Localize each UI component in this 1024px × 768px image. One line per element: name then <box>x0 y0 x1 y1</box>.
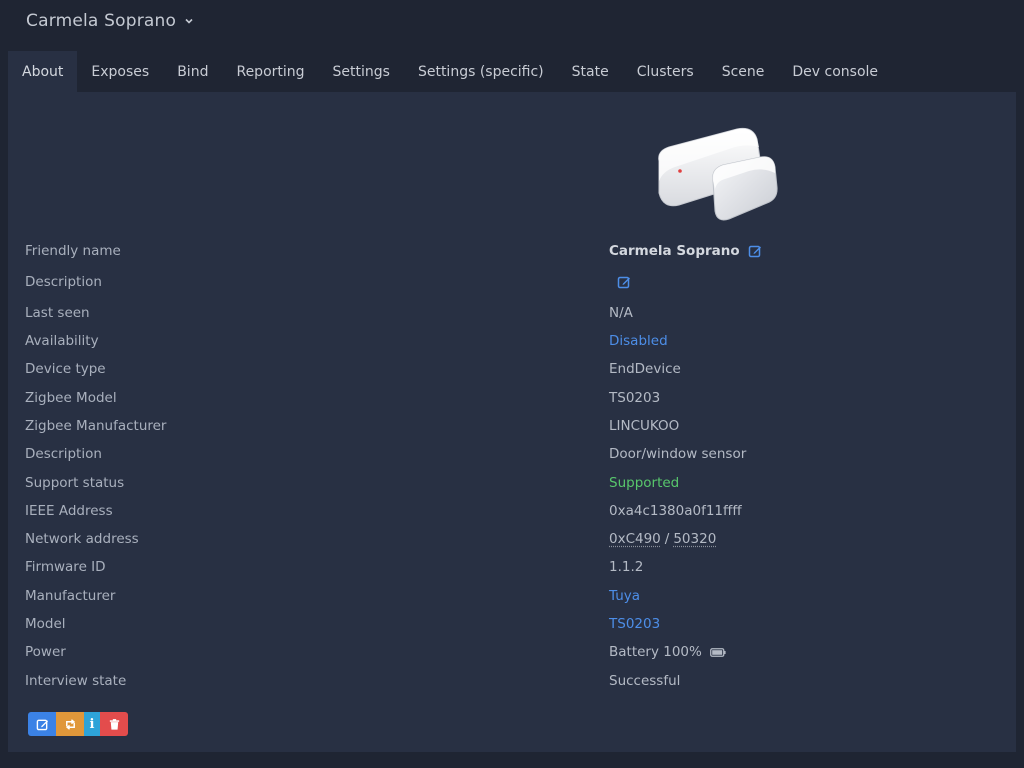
row-device-type: Device type EndDevice <box>25 358 1005 380</box>
row-firmware-id: Firmware ID 1.1.2 <box>25 556 1005 578</box>
ieee-address-value: 0xa4c1380a0f11ffff <box>609 503 742 519</box>
friendly-name-label: Friendly name <box>25 243 121 259</box>
edit-icon <box>36 719 48 730</box>
network-address-label: Network address <box>25 531 139 547</box>
row-zigbee-model: Zigbee Model TS0203 <box>25 387 1005 409</box>
row-availability: Availability Disabled <box>25 330 1005 352</box>
manufacturer-label: Manufacturer <box>25 588 116 604</box>
availability-label: Availability <box>25 333 99 349</box>
device-type-value: EndDevice <box>609 361 681 377</box>
network-address-value: 0xC490 / 50320 <box>609 531 716 547</box>
row-interview-state: Interview state Successful <box>25 670 1005 692</box>
row-zigbee-manufacturer: Zigbee Manufacturer LINCUKOO <box>25 415 1005 437</box>
last-seen-label: Last seen <box>25 305 90 321</box>
zigbee-manufacturer-label: Zigbee Manufacturer <box>25 418 167 434</box>
model-description-label: Description <box>25 446 102 462</box>
power-value: Battery 100% <box>609 644 726 660</box>
device-type-label: Device type <box>25 361 106 377</box>
row-friendly-name: Friendly name Carmela Soprano <box>25 240 1005 262</box>
description-value <box>609 275 631 289</box>
availability-link[interactable]: Disabled <box>609 333 668 349</box>
zigbee-manufacturer-value: LINCUKOO <box>609 418 680 434</box>
network-address-decimal: 50320 <box>673 531 717 547</box>
model-description-value: Door/window sensor <box>609 446 747 462</box>
tab-scene[interactable]: Scene <box>708 51 779 92</box>
ieee-address-label: IEEE Address <box>25 503 113 519</box>
info-icon: i <box>89 716 95 732</box>
tab-exposes[interactable]: Exposes <box>77 51 163 92</box>
tab-clusters[interactable]: Clusters <box>623 51 708 92</box>
tab-dev-console[interactable]: Dev console <box>778 51 892 92</box>
power-label: Power <box>25 644 66 660</box>
device-info-button[interactable]: i <box>84 712 100 736</box>
retweet-icon <box>65 718 75 730</box>
device-image <box>658 128 778 221</box>
support-status-value: Supported <box>609 475 680 491</box>
top-bar: Carmela Soprano <box>0 0 1024 44</box>
firmware-id-label: Firmware ID <box>25 559 106 575</box>
row-network-address: Network address 0xC490 / 50320 <box>25 528 1005 550</box>
battery-full-icon <box>709 647 726 657</box>
row-ieee-address: IEEE Address 0xa4c1380a0f11ffff <box>25 500 1005 522</box>
device-actions: i <box>28 712 128 736</box>
device-title: Carmela Soprano <box>26 11 177 31</box>
model-label: Model <box>25 616 66 632</box>
last-seen-value: N/A <box>609 305 633 321</box>
trash-icon <box>109 718 119 730</box>
delete-device-button[interactable] <box>100 712 128 736</box>
row-power: Power Battery 100% <box>25 641 1005 663</box>
power-text: Battery 100% <box>609 644 702 660</box>
friendly-name-text: Carmela Soprano <box>609 243 740 259</box>
interview-device-button[interactable] <box>56 712 84 736</box>
row-model: Model TS0203 <box>25 613 1005 635</box>
chevron-down-icon <box>185 18 193 24</box>
tab-settings-specific[interactable]: Settings (specific) <box>404 51 558 92</box>
zigbee-model-label: Zigbee Model <box>25 390 117 406</box>
zigbee-model-value: TS0203 <box>609 390 661 406</box>
edit-icon[interactable] <box>617 275 631 289</box>
model-link[interactable]: TS0203 <box>609 616 660 632</box>
tab-settings[interactable]: Settings <box>319 51 404 92</box>
tab-reporting[interactable]: Reporting <box>222 51 318 92</box>
edit-icon[interactable] <box>748 244 762 258</box>
network-address-hex: 0xC490 <box>609 531 661 547</box>
network-address-separator: / <box>664 531 670 547</box>
interview-state-label: Interview state <box>25 673 127 689</box>
tab-about[interactable]: About <box>8 51 78 92</box>
row-support-status: Support status Supported <box>25 472 1005 494</box>
rename-device-button[interactable] <box>28 712 56 736</box>
description-label: Description <box>25 274 102 290</box>
friendly-name-value: Carmela Soprano <box>609 243 762 259</box>
row-description: Description <box>25 271 1005 293</box>
row-last-seen: Last seen N/A <box>25 302 1005 324</box>
firmware-id-value: 1.1.2 <box>609 559 644 575</box>
tab-bar: About Exposes Bind Reporting Settings Se… <box>8 51 1016 92</box>
row-manufacturer: Manufacturer Tuya <box>25 585 1005 607</box>
device-selector[interactable]: Carmela Soprano <box>26 11 194 31</box>
tab-state[interactable]: State <box>558 51 623 92</box>
tab-bind[interactable]: Bind <box>163 51 222 92</box>
manufacturer-link[interactable]: Tuya <box>609 588 640 604</box>
interview-state-value: Successful <box>609 673 681 689</box>
support-status-label: Support status <box>25 475 125 491</box>
row-model-description: Description Door/window sensor <box>25 443 1005 465</box>
